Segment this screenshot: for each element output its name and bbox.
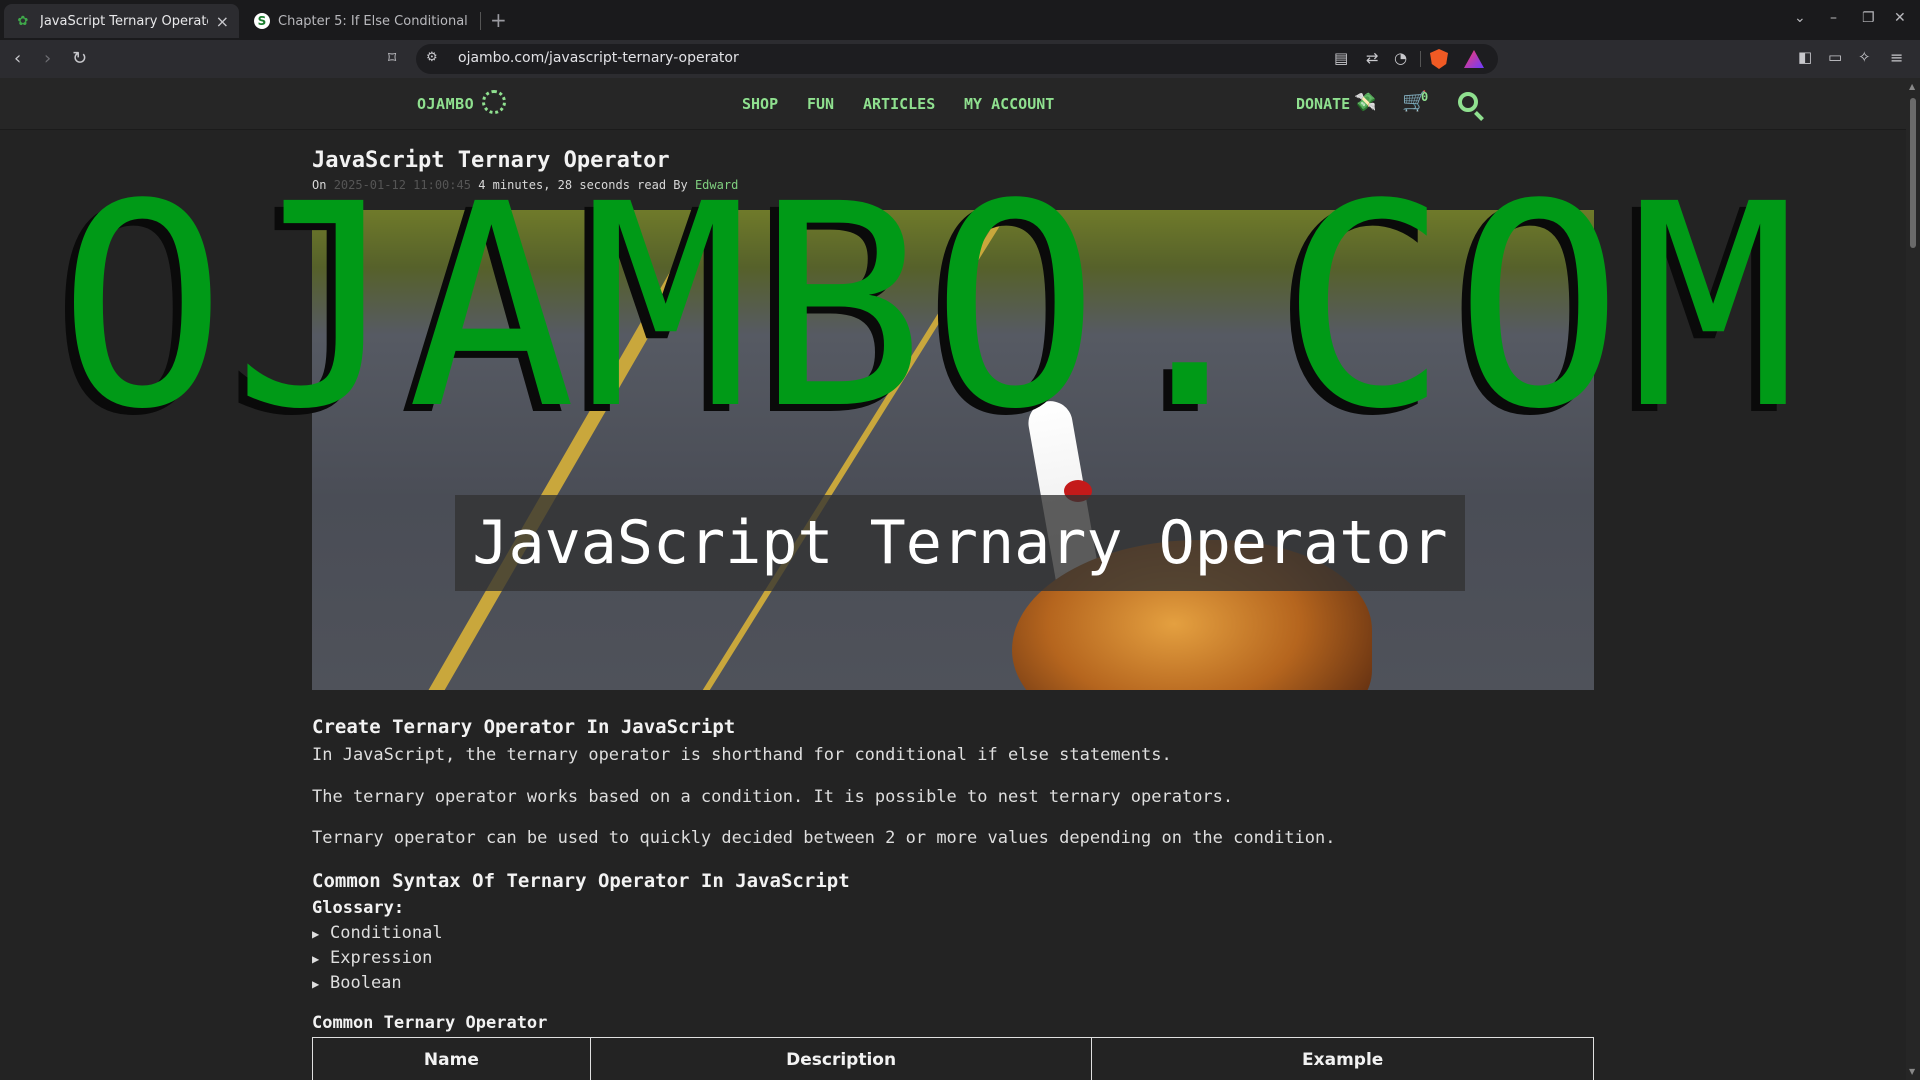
table-caption: Common Ternary Operator	[312, 1013, 548, 1033]
ojambo-logo-icon[interactable]	[482, 90, 506, 114]
restore-icon[interactable]: ❐	[1862, 10, 1875, 26]
tab-separator	[480, 12, 481, 30]
section-heading-syntax: Common Syntax Of Ternary Operator In Jav…	[312, 870, 850, 892]
search-icon[interactable]	[1458, 92, 1478, 112]
new-tab-icon[interactable]: +	[490, 8, 507, 32]
nav-my-account[interactable]: MY ACCOUNT	[964, 95, 1054, 113]
hero-caption: JavaScript Ternary Operator	[455, 495, 1465, 591]
brave-shields-icon[interactable]	[1430, 49, 1448, 69]
site-settings-icon[interactable]: ⚙	[426, 50, 438, 65]
rss-icon[interactable]: ◔	[1394, 49, 1407, 67]
disclosure-triangle-icon[interactable]: ▶	[312, 927, 330, 941]
glossary-label: Glossary:	[312, 898, 405, 918]
nav-fun[interactable]: FUN	[807, 95, 834, 113]
tab-chapter-5[interactable]: S Chapter 5: If Else Conditional S	[244, 4, 480, 38]
column-header-name: Name	[312, 1037, 591, 1080]
paragraph-3: Ternary operator can be used to quickly …	[312, 828, 1336, 848]
glossary-item-expression[interactable]: ▶ Expression	[312, 948, 432, 968]
disclosure-triangle-icon[interactable]: ▶	[312, 952, 330, 966]
money-icon[interactable]: 💸	[1354, 92, 1376, 113]
page-scrollbar[interactable]: ▲ ▼	[1906, 78, 1920, 1080]
leo-ai-icon[interactable]: ✧	[1858, 48, 1871, 66]
bookmark-icon[interactable]: ⌑	[388, 48, 396, 67]
scroll-up-icon[interactable]: ▲	[1909, 82, 1915, 91]
menu-icon[interactable]: ≡	[1890, 48, 1903, 67]
column-header-description: Description	[589, 1037, 1093, 1080]
back-icon[interactable]: ‹	[14, 48, 21, 69]
reload-icon[interactable]: ↻	[72, 48, 87, 69]
url-divider	[1420, 51, 1421, 67]
tab-list-chevron-icon[interactable]: ⌄	[1794, 10, 1806, 26]
reader-mode-icon[interactable]: ▤	[1334, 49, 1348, 67]
tab-javascript-ternary-operator[interactable]: ✿ JavaScript Ternary Operator ×	[4, 4, 239, 38]
wallet-icon[interactable]: ▭	[1828, 48, 1842, 66]
scroll-thumb[interactable]	[1910, 98, 1916, 248]
tab-label: JavaScript Ternary Operator	[40, 13, 208, 29]
disclosure-triangle-icon[interactable]: ▶	[312, 977, 330, 991]
section-heading-create: Create Ternary Operator In JavaScript	[312, 716, 736, 738]
watermark: OJAMBO.COM	[58, 145, 1804, 471]
table-header-row: Name Description Example	[312, 1037, 1594, 1080]
share-icon[interactable]: ⇄	[1366, 49, 1379, 67]
sidebar-toggle-icon[interactable]: ◧	[1798, 48, 1812, 66]
column-header-example: Example	[1091, 1037, 1594, 1080]
address-text[interactable]: ojambo.com/javascript-ternary-operator	[458, 50, 739, 66]
paragraph-2: The ternary operator works based on a co…	[312, 787, 1234, 807]
paragraph-1: In JavaScript, the ternary operator is s…	[312, 745, 1172, 765]
s-favicon-icon: S	[254, 13, 270, 29]
nav-donate[interactable]: DONATE	[1296, 95, 1350, 113]
minimize-icon[interactable]: –	[1830, 10, 1837, 26]
site-brand[interactable]: OJAMBO	[417, 95, 474, 113]
tab-label: Chapter 5: If Else Conditional S	[278, 13, 470, 29]
scroll-down-icon[interactable]: ▼	[1909, 1067, 1915, 1076]
ternary-table: Name Description Example	[312, 1037, 1594, 1080]
forward-icon[interactable]: ›	[44, 48, 51, 69]
nav-articles[interactable]: ARTICLES	[863, 95, 935, 113]
glossary-item-conditional[interactable]: ▶ Conditional	[312, 923, 443, 943]
glossary-item-boolean[interactable]: ▶ Boolean	[312, 973, 402, 993]
brave-rewards-icon[interactable]	[1464, 50, 1484, 68]
address-bar[interactable]: ⚙ ojambo.com/javascript-ternary-operator…	[416, 44, 1498, 74]
ojambo-favicon-icon: ✿	[17, 13, 29, 29]
close-tab-icon[interactable]: ×	[216, 12, 229, 31]
nav-shop[interactable]: SHOP	[742, 95, 778, 113]
browser-toolbar: ‹ › ↻ ⌑ ⚙ ojambo.com/javascript-ternary-…	[0, 40, 1920, 78]
close-window-icon[interactable]: ✕	[1894, 10, 1906, 26]
browser-tab-bar: ✿ JavaScript Ternary Operator × S Chapte…	[0, 0, 1920, 40]
cart-count: 0	[1421, 90, 1429, 104]
site-header: OJAMBO SHOP FUN ARTICLES MY ACCOUNT DONA…	[0, 78, 1906, 130]
